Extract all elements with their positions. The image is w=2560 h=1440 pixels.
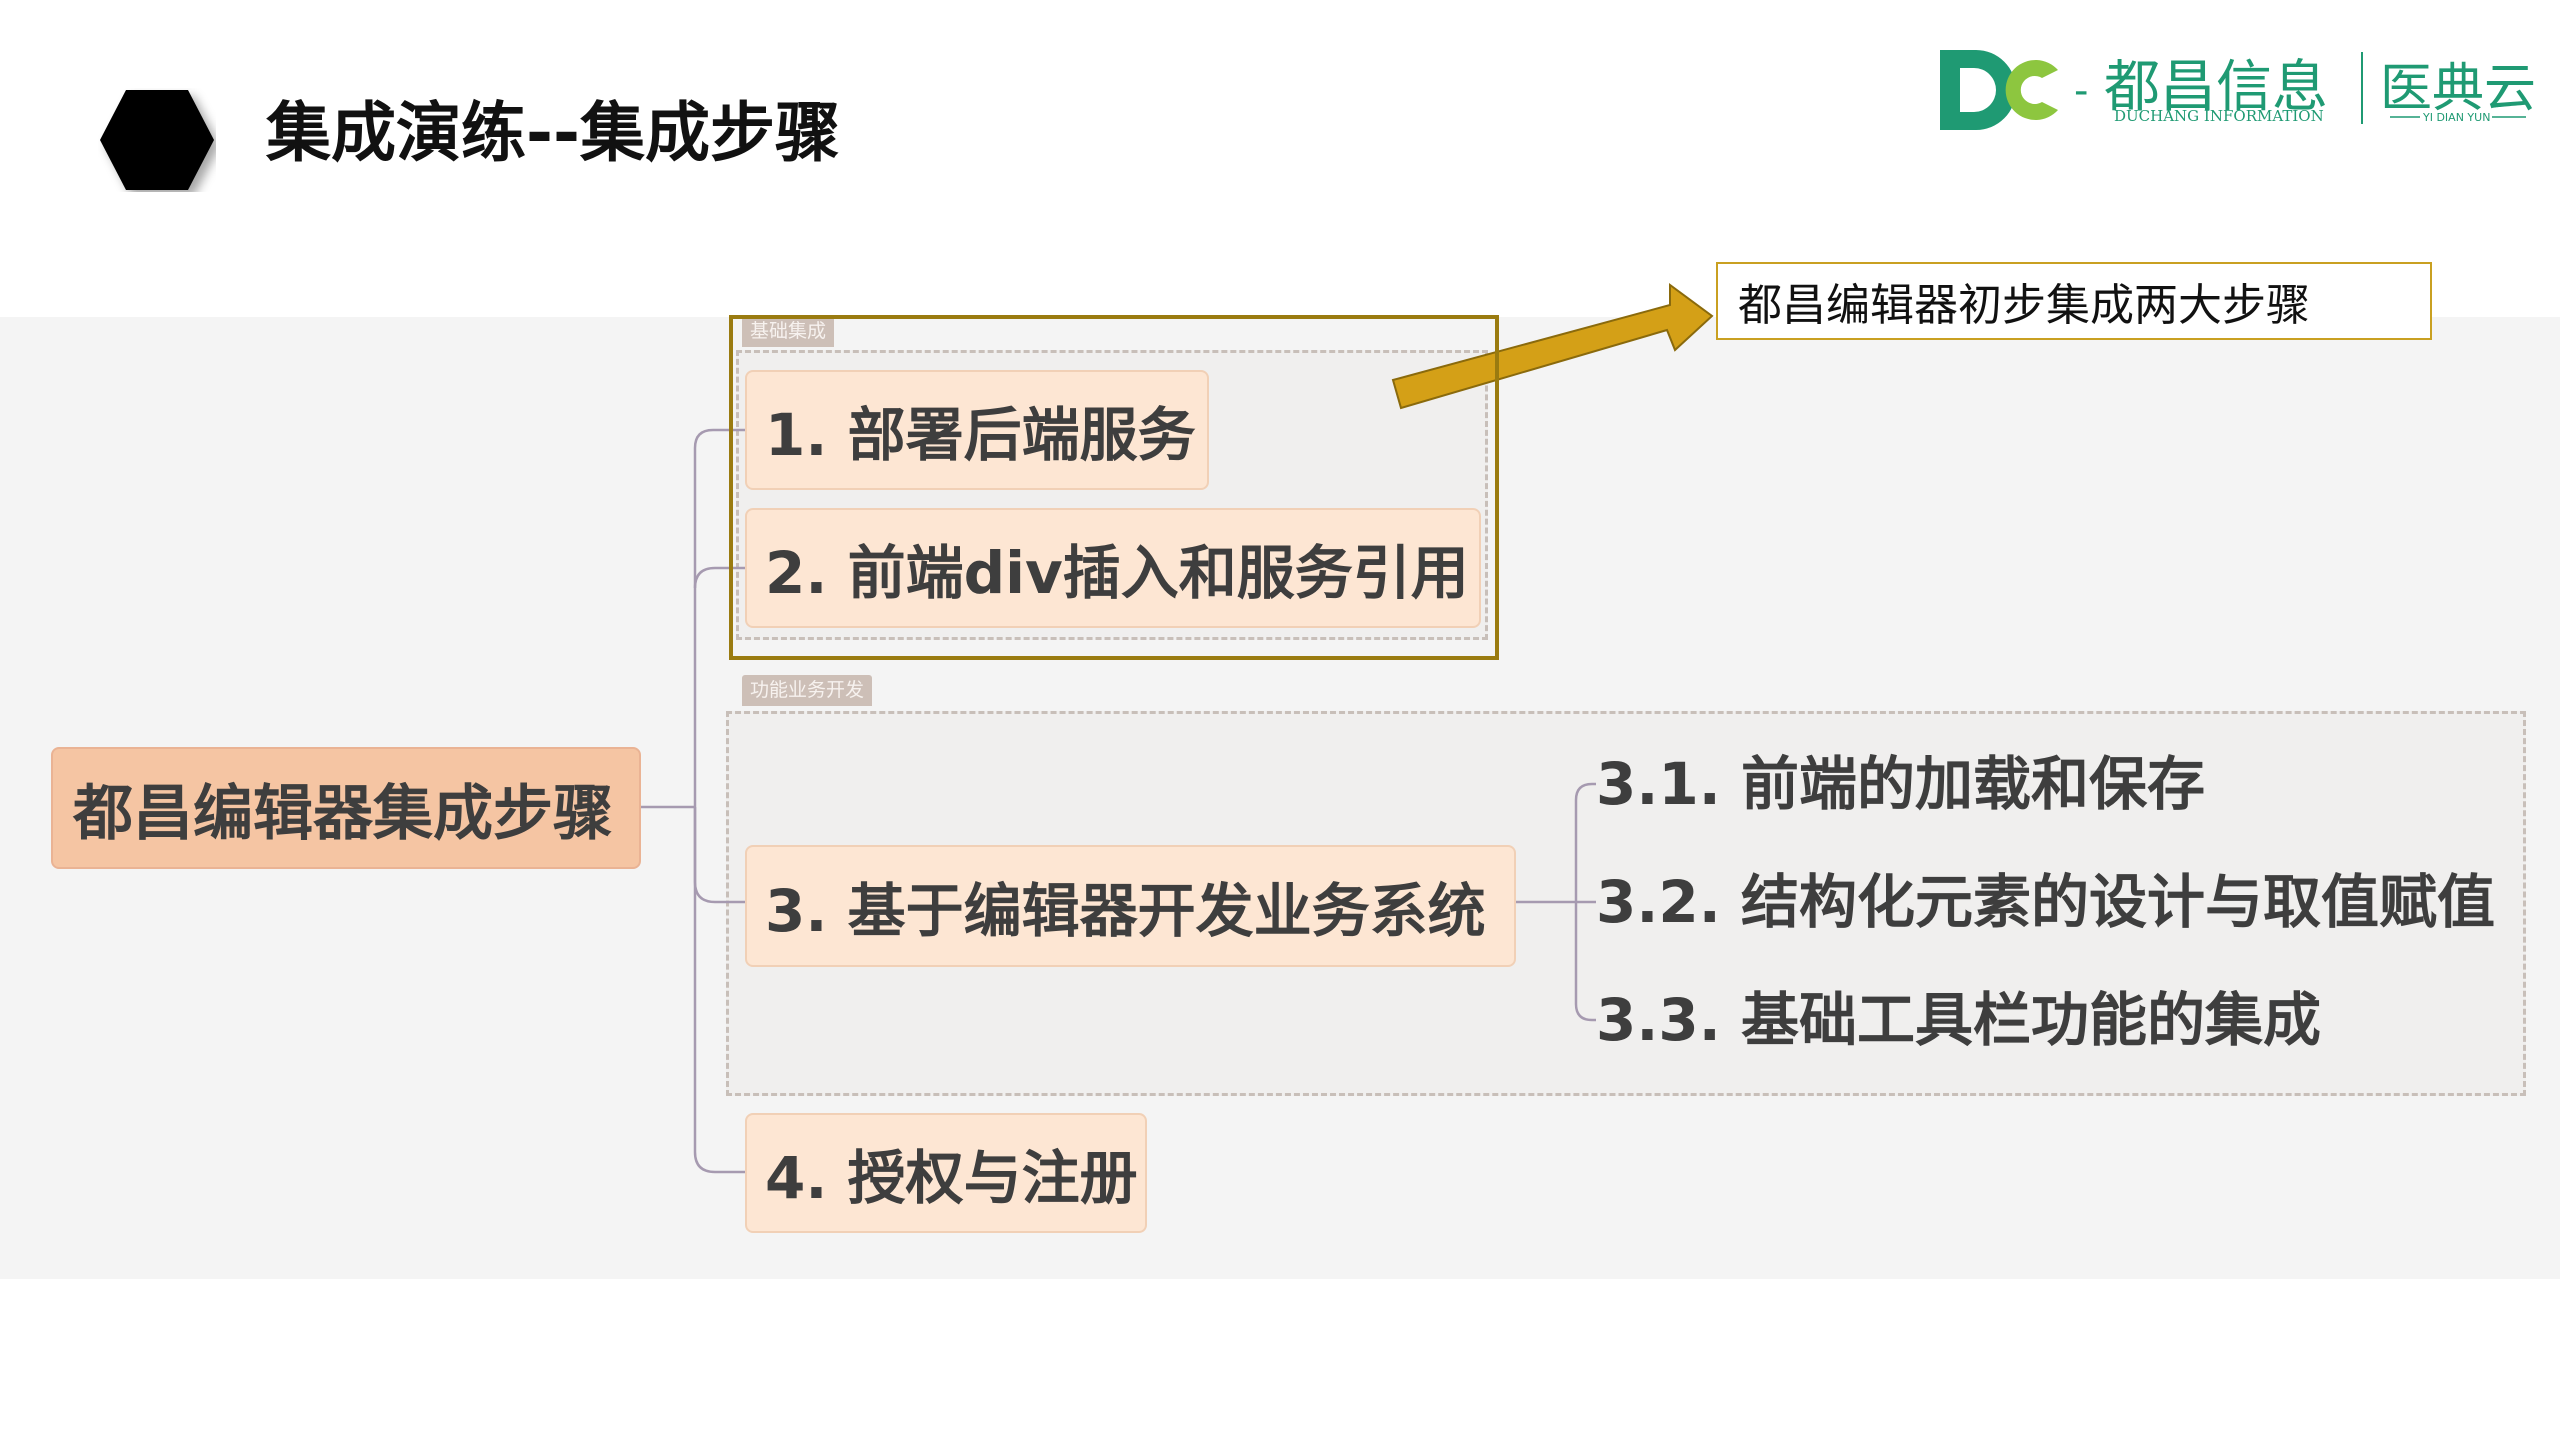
logo-product-cn: 医典云	[2380, 59, 2536, 119]
node-label: 4. 授权与注册	[765, 1144, 1138, 1212]
hexagon-icon	[100, 90, 214, 190]
node-label: 2. 前端div插入和服务引用	[765, 539, 1469, 607]
subnode-structured-elements[interactable]: 3.2. 结构化元素的设计与取值赋值	[1596, 862, 2495, 942]
subnode-toolbar[interactable]: 3.3. 基础工具栏功能的集成	[1596, 980, 2321, 1060]
root-node[interactable]: 都昌编辑器集成步骤	[51, 747, 641, 869]
node-license-register[interactable]: 4. 授权与注册	[745, 1113, 1147, 1233]
logo-brand-en: DUCHANG INFORMATION	[2114, 107, 2324, 125]
logo-product-en: YI DIAN YUN	[2422, 111, 2490, 124]
root-node-label: 都昌编辑器集成步骤	[73, 778, 613, 849]
subnode-load-save[interactable]: 3.1. 前端的加载和保存	[1596, 744, 2205, 824]
callout-box: 都昌编辑器初步集成两大步骤	[1716, 262, 2432, 340]
svg-text:-: -	[2074, 68, 2088, 114]
group-tag-business: 功能业务开发	[742, 675, 873, 706]
node-frontend-div[interactable]: 2. 前端div插入和服务引用	[745, 508, 1481, 628]
node-business-system[interactable]: 3. 基于编辑器开发业务系统	[745, 845, 1516, 967]
company-logo: - 都昌信息 DUCHANG INFORMATION 医典云 YI DIAN Y…	[1940, 50, 2536, 130]
node-deploy-backend[interactable]: 1. 部署后端服务	[745, 370, 1209, 490]
callout-text: 都昌编辑器初步集成两大步骤	[1738, 280, 2310, 331]
page-title: 集成演练--集成步骤	[266, 96, 840, 171]
node-label: 3. 基于编辑器开发业务系统	[765, 877, 1486, 945]
node-label: 1. 部署后端服务	[765, 401, 1196, 469]
